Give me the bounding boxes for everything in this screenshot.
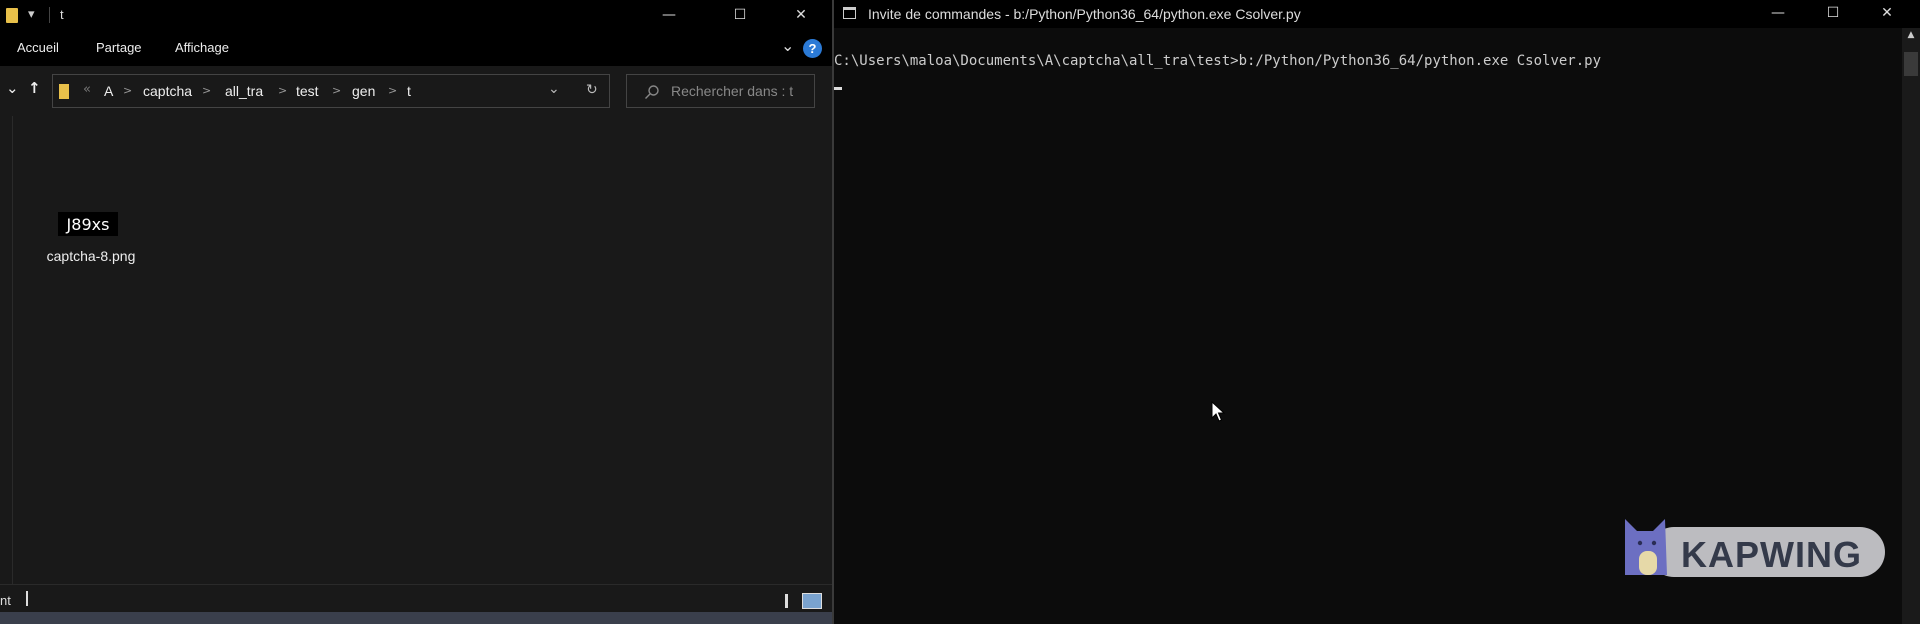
kapwing-watermark: KAPWING (1623, 517, 1885, 583)
address-bar[interactable]: « A > captcha > all_tra > test > gen > t… (52, 74, 610, 108)
history-chevron[interactable]: « (83, 82, 91, 97)
ribbon-collapse-button[interactable]: ⌄ (781, 36, 794, 55)
address-dropdown-button[interactable]: ⌄ (548, 81, 560, 97)
tab-accueil[interactable]: Accueil (17, 40, 59, 55)
scroll-thumb[interactable] (1904, 52, 1918, 76)
thumbnail-text: J89xs (66, 215, 110, 234)
breadcrumb-item[interactable]: all_tra (225, 83, 263, 99)
breadcrumb-separator: > (388, 84, 398, 97)
file-item[interactable]: J89xs captcha-8.png (26, 212, 156, 282)
search-icon (645, 85, 659, 99)
mouse-pointer-icon (1211, 401, 1226, 422)
folder-icon (59, 84, 69, 99)
breadcrumb-item[interactable]: gen (352, 83, 375, 99)
console-icon (843, 7, 856, 19)
minimize-button[interactable]: — (1755, 0, 1801, 28)
ribbon: Accueil Partage Affichage ⌄ ? (0, 30, 832, 66)
details-view-button[interactable] (785, 594, 788, 608)
watermark-text: KAPWING (1681, 534, 1862, 575)
explorer-title: t (60, 7, 64, 22)
maximize-button[interactable]: ☐ (1810, 0, 1856, 28)
breadcrumb-item[interactable]: captcha (143, 83, 192, 99)
text-cursor (834, 87, 842, 90)
vertical-scrollbar[interactable]: ▲ (1902, 28, 1920, 624)
file-list-pane: J89xs captcha-8.png (0, 116, 832, 584)
breadcrumb-item-current[interactable]: t (407, 83, 411, 99)
kapwing-logo-icon (1625, 519, 1667, 575)
minimize-button[interactable]: — (646, 0, 692, 30)
console-line: C:\Users\maloa\Documents\A\captcha\all_t… (834, 53, 1602, 69)
breadcrumb-item[interactable]: A (104, 83, 113, 99)
cmd-titlebar: Invite de commandes - b:/Python/Python36… (834, 0, 1920, 28)
maximize-button[interactable]: ☐ (717, 0, 763, 30)
up-arrow-icon[interactable]: ↑ (28, 79, 41, 97)
file-explorer-window: ▾ t — ☐ ✕ Accueil Partage Affichage ⌄ ? … (0, 0, 832, 624)
breadcrumb-separator: > (202, 84, 212, 97)
help-icon[interactable]: ? (803, 39, 822, 58)
large-icons-view-button[interactable] (802, 593, 822, 609)
titlebar-separator (49, 7, 50, 23)
quick-access-dropdown[interactable]: ▾ (28, 6, 35, 22)
tab-partage[interactable]: Partage (96, 40, 142, 55)
folder-icon (6, 8, 18, 23)
search-input[interactable] (671, 82, 811, 100)
file-name: captcha-8.png (46, 248, 136, 264)
close-button[interactable]: ✕ (778, 0, 824, 30)
address-row: ⌄ ↑ « A > captcha > all_tra > test > gen… (0, 66, 832, 116)
tab-affichage[interactable]: Affichage (175, 40, 229, 55)
status-divider (26, 591, 28, 606)
taskbar-edge (0, 612, 832, 624)
cmd-title: Invite de commandes - b:/Python/Python36… (868, 6, 1301, 22)
explorer-titlebar: ▾ t — ☐ ✕ (0, 0, 832, 30)
scroll-up-button[interactable]: ▲ (1902, 30, 1920, 42)
breadcrumb-separator: > (278, 84, 288, 97)
navigation-pane-edge[interactable] (0, 116, 13, 584)
status-bar: nt (0, 584, 832, 613)
breadcrumb-separator: > (123, 84, 133, 97)
breadcrumb-item[interactable]: test (296, 83, 319, 99)
close-button[interactable]: ✕ (1864, 0, 1910, 28)
refresh-icon[interactable]: ↻ (586, 82, 598, 98)
search-box[interactable] (626, 74, 815, 108)
recent-locations-button[interactable]: ⌄ (6, 79, 19, 97)
breadcrumb-separator: > (332, 84, 342, 97)
status-text: nt (0, 593, 11, 608)
